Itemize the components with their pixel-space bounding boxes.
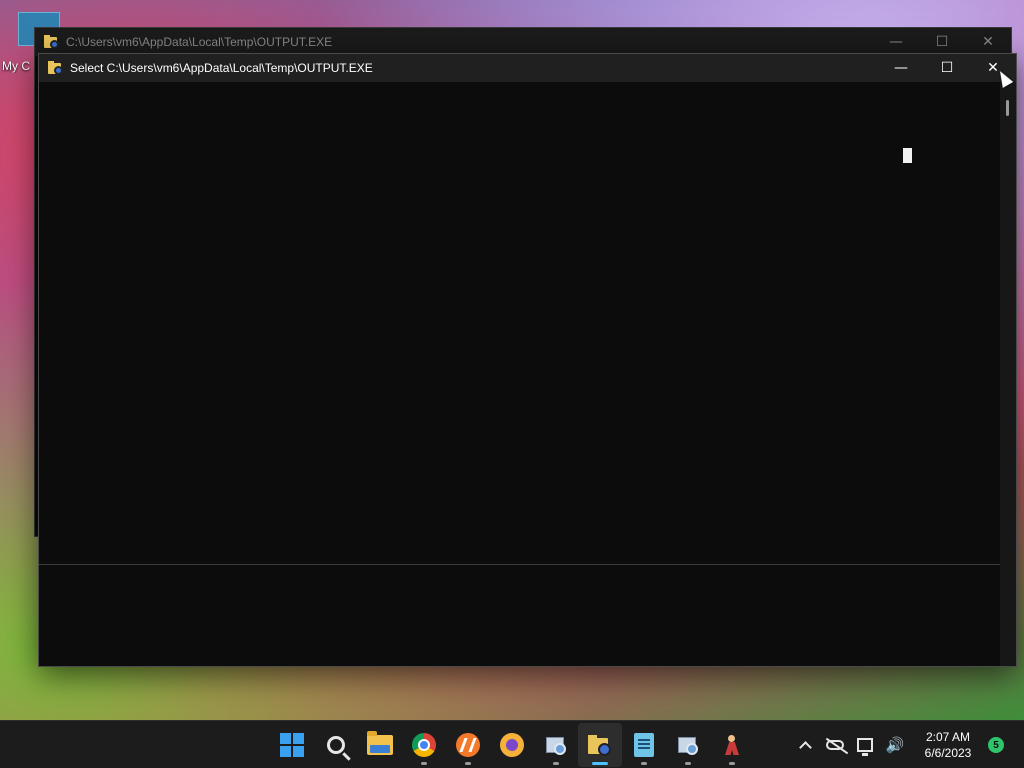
chrome-button[interactable] bbox=[402, 723, 446, 767]
console-app-icon bbox=[48, 60, 64, 76]
maximize-button[interactable]: ☐ bbox=[924, 54, 970, 82]
console-output-icon bbox=[588, 733, 612, 757]
windows-start-icon bbox=[280, 733, 304, 757]
running-indicator bbox=[729, 762, 735, 765]
setup-installer-icon bbox=[544, 733, 568, 757]
setup-installer-icon bbox=[676, 733, 700, 757]
vertical-scrollbar[interactable] bbox=[1000, 82, 1016, 666]
notepad-icon bbox=[634, 733, 654, 757]
orange-app-button[interactable] bbox=[446, 723, 490, 767]
search-icon bbox=[327, 736, 345, 754]
console-app-icon bbox=[44, 34, 60, 50]
close-button[interactable]: ✕ bbox=[965, 28, 1011, 56]
onedrive-button[interactable] bbox=[820, 721, 850, 768]
system-tray: 🔊 2:07 AM 6/6/2023 5 bbox=[790, 721, 1024, 768]
minimize-button[interactable]: — bbox=[878, 54, 924, 82]
network-icon bbox=[857, 738, 873, 756]
running-indicator bbox=[641, 762, 647, 765]
desktop-icon-label[interactable]: My C bbox=[2, 59, 36, 73]
console-divider bbox=[39, 564, 1001, 565]
runner-app-button[interactable] bbox=[710, 723, 754, 767]
file-explorer-button[interactable] bbox=[358, 723, 402, 767]
start-button[interactable] bbox=[270, 723, 314, 767]
orange-app-icon bbox=[456, 733, 480, 757]
clock[interactable]: 2:07 AM 6/6/2023 bbox=[916, 729, 980, 761]
network-button[interactable] bbox=[850, 721, 880, 768]
title-bar[interactable]: C:\Users\vm6\AppData\Local\Temp\OUTPUT.E… bbox=[35, 28, 1011, 56]
scrollbar-thumb[interactable] bbox=[1006, 100, 1009, 116]
notepad-button[interactable] bbox=[622, 723, 666, 767]
minimize-button[interactable]: — bbox=[873, 28, 919, 56]
search-button[interactable] bbox=[314, 723, 358, 767]
taskbar: 🔊 2:07 AM 6/6/2023 5 bbox=[0, 720, 1024, 768]
running-indicator bbox=[685, 762, 691, 765]
running-indicator bbox=[421, 762, 427, 765]
chevron-up-icon bbox=[798, 741, 812, 754]
taskbar-apps bbox=[270, 721, 754, 768]
runner-app-icon bbox=[720, 733, 744, 757]
text-cursor bbox=[903, 148, 912, 163]
console-window-foreground[interactable]: Select C:\Users\vm6\AppData\Local\Temp\O… bbox=[38, 53, 1017, 667]
setup-installer-button[interactable] bbox=[534, 723, 578, 767]
window-title: C:\Users\vm6\AppData\Local\Temp\OUTPUT.E… bbox=[66, 35, 333, 49]
show-hidden-icons-button[interactable] bbox=[790, 721, 820, 768]
console-output-button[interactable] bbox=[578, 723, 622, 767]
clock-date: 6/6/2023 bbox=[924, 746, 972, 760]
maximize-button[interactable]: ☐ bbox=[919, 28, 965, 56]
yellow-app-button[interactable] bbox=[490, 723, 534, 767]
volume-button[interactable]: 🔊 bbox=[880, 721, 910, 768]
notification-badge[interactable]: 5 bbox=[988, 737, 1004, 753]
running-indicator bbox=[553, 762, 559, 765]
volume-icon: 🔊 bbox=[885, 736, 905, 754]
file-explorer-icon bbox=[367, 731, 393, 755]
setup-installer-button-2[interactable] bbox=[666, 723, 710, 767]
cloud-offline-icon bbox=[826, 740, 844, 750]
window-title: Select C:\Users\vm6\AppData\Local\Temp\O… bbox=[70, 61, 373, 75]
yellow-app-icon bbox=[500, 733, 524, 757]
chrome-icon bbox=[412, 733, 436, 757]
clock-time: 2:07 AM bbox=[925, 730, 971, 744]
title-bar[interactable]: Select C:\Users\vm6\AppData\Local\Temp\O… bbox=[39, 54, 1016, 82]
active-indicator bbox=[592, 762, 608, 765]
running-indicator bbox=[465, 762, 471, 765]
console-output-area[interactable] bbox=[39, 82, 1001, 666]
